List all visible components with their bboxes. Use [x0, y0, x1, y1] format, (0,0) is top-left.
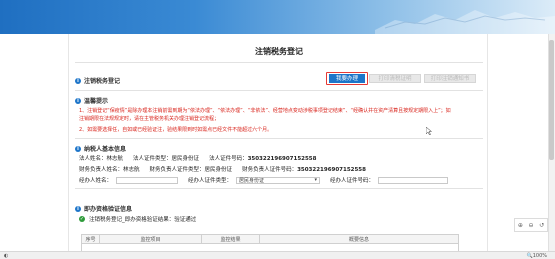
finance-person-row: 财务负责人姓名：林志航 财务负责人证件类型：居民身份证 财务负责人证件号码：35… — [79, 167, 366, 173]
check-result-row: ✓ 注销税务登记_即办资格验证结果：验证通过 — [79, 215, 196, 223]
tip-line-2: 2、如需要选择任，自如或已经验证注，验结果限到时如需点已经文件不能超过六个月。 — [79, 127, 273, 133]
tip-line-1b: 注销期限在法规规定时，请在主管税务机关办理注销登记流程； — [79, 116, 220, 122]
tip-line-1: 1、注销登记“保疫情”是除办理本注销前需到期为“依法办理”、“依法办理”、“非依… — [79, 108, 451, 114]
agent-id-type-select[interactable]: 居民身份证 ▾ — [236, 176, 321, 184]
legal-person-row: 法人姓名：林志航 法人证件类型：居民身份证 法人证件号码：35032219690… — [79, 156, 317, 162]
section-register-label: 注销税务登记 — [84, 78, 121, 85]
info-icon: i — [75, 77, 81, 84]
floating-toolbar: ⊕ ⊖ ↺ — [514, 218, 548, 232]
zoom-out-icon[interactable]: ⊖ — [528, 222, 533, 229]
zoom-level[interactable]: 🔍100% — [526, 253, 547, 259]
section-check-heading: i 即办资格验证信息 — [75, 204, 132, 213]
legal-name-value: 林志航 — [106, 156, 124, 162]
col-header-item: 监控项目 — [100, 235, 202, 243]
highlight-box — [326, 72, 368, 85]
print-notice-button[interactable]: 打印注销通知书 — [424, 74, 476, 83]
print-clearance-button[interactable]: 打印清税证明 — [369, 74, 421, 83]
section-tips-heading: i 温馨提示 — [75, 96, 108, 105]
info-icon: i — [75, 205, 81, 212]
section-taxpayer-heading: i 纳税人基本信息 — [75, 144, 126, 153]
table-header: 序号 监控项目 监控结果 概要信息 — [82, 235, 458, 244]
section-taxpayer-label: 纳税人基本信息 — [84, 146, 127, 153]
chevron-down-icon: ▾ — [314, 177, 318, 183]
divider — [75, 188, 483, 189]
col-header-summary: 概要信息 — [348, 236, 369, 243]
main-content: 注销税务登记 i 注销税务登记 我要办理 打印清税证明 打印注销通知书 i 温馨… — [68, 34, 488, 257]
section-register-heading: i 注销税务登记 — [75, 76, 120, 85]
check-circle-icon: ✓ — [79, 216, 85, 222]
agent-name-input[interactable] — [116, 176, 179, 184]
fin-id-no-value: 350322196907152558 — [297, 167, 366, 173]
scrollbar-thumb[interactable] — [549, 40, 554, 160]
divider — [75, 62, 483, 63]
great-wall-illustration — [375, 10, 555, 34]
fin-id-type-value: 居民身份证 — [204, 167, 233, 173]
col-header-index: 序号 — [82, 235, 100, 243]
legal-id-no-value: 350322196907152558 — [247, 156, 317, 162]
section-check-label: 即办资格验证信息 — [84, 206, 133, 213]
check-result-text: 注销税务登记_即办资格验证结果：验证通过 — [89, 217, 197, 223]
divider — [75, 90, 483, 91]
info-icon: i — [75, 97, 81, 104]
legal-id-type-value: 居民身份证 — [171, 156, 200, 162]
agent-row: 经办人姓名： 经办人证件类型： 居民身份证 ▾ 经办人证件号码： — [79, 176, 449, 184]
section-tips-label: 温馨提示 — [84, 98, 109, 105]
mouse-cursor-icon — [426, 127, 432, 135]
globe-icon: ◐ — [4, 253, 9, 259]
refresh-icon[interactable]: ↺ — [539, 222, 544, 229]
header-banner — [0, 0, 555, 34]
page-title: 注销税务登记 — [255, 47, 303, 56]
browser-statusbar: ◐ 🔍100% — [0, 251, 555, 259]
info-icon: i — [75, 145, 81, 152]
agent-id-no-input[interactable] — [378, 176, 449, 184]
col-header-result: 监控结果 — [202, 235, 260, 243]
zoom-in-icon[interactable]: ⊕ — [518, 222, 523, 229]
fin-name-value: 林志航 — [123, 167, 140, 173]
divider — [75, 138, 483, 139]
